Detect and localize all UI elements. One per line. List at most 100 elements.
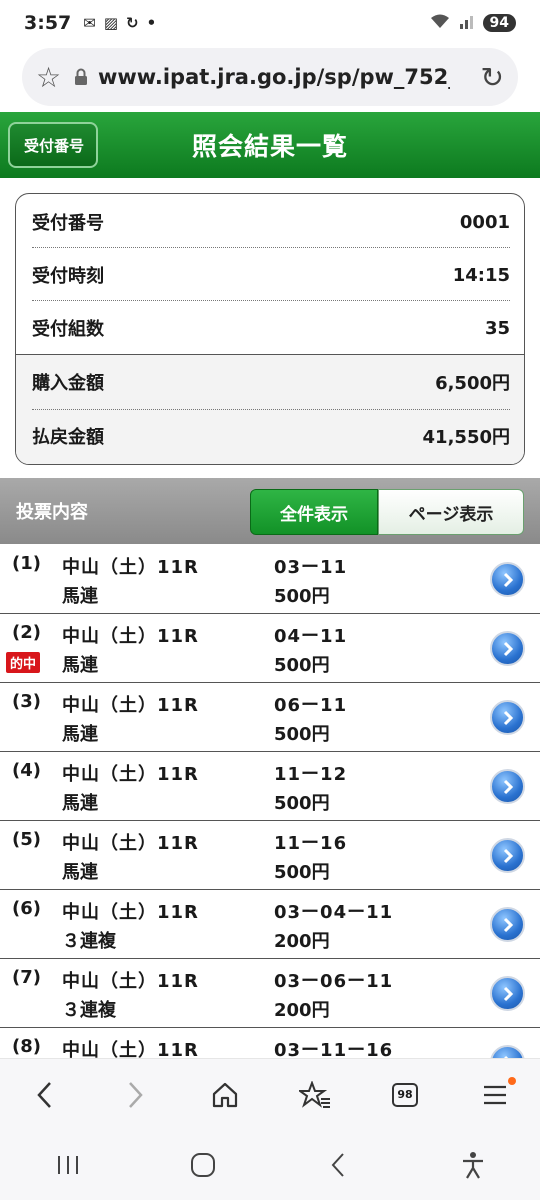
divider xyxy=(16,354,524,355)
chevron-right-icon[interactable] xyxy=(490,1045,525,1058)
summary-label: 払戻金額 xyxy=(32,427,104,448)
summary-value: 41,550円 xyxy=(422,427,510,448)
item-number: (4) xyxy=(12,760,41,781)
home-button[interactable] xyxy=(180,1065,270,1125)
item-combination: 04ー11 xyxy=(274,626,348,647)
item-race: 中山（土）11R xyxy=(62,557,199,578)
vote-section-header: 投票内容 全件表示 ページ表示 xyxy=(0,478,540,544)
summary-value: 14:15 xyxy=(452,264,510,286)
item-race: 中山（土）11R xyxy=(62,902,199,923)
recent-apps-button[interactable] xyxy=(28,1135,108,1195)
item-number: (8) xyxy=(12,1036,41,1057)
circle-home-icon xyxy=(190,1153,215,1177)
item-amount: 500円 xyxy=(274,724,330,745)
url-text[interactable]: www.ipat.jra.go.jp/sp/pw_752_i.c xyxy=(98,65,450,89)
lock-icon[interactable] xyxy=(70,68,92,86)
page-header: 受付番号 照会結果一覧 xyxy=(0,112,540,178)
item-bet-type: 馬連 xyxy=(62,724,98,745)
list-item[interactable]: (5) 中山（土）11R 馬連 11ー16 500円 xyxy=(0,821,540,890)
summary-label: 受付番号 xyxy=(32,213,104,234)
item-amount: 500円 xyxy=(274,862,330,883)
item-bet-type: ３連複 xyxy=(62,1000,116,1021)
status-right: 94 xyxy=(429,13,516,33)
browser-forward-button[interactable] xyxy=(90,1065,180,1125)
chevron-right-icon[interactable] xyxy=(490,769,525,804)
browser-toolbar: 98 xyxy=(0,1058,540,1130)
accessibility-button[interactable] xyxy=(433,1135,513,1195)
summary-value: 6,500円 xyxy=(435,373,510,394)
back-arrow-icon xyxy=(331,1153,344,1177)
reload-icon[interactable]: ↻ xyxy=(481,61,504,94)
page-view-button[interactable]: ページ表示 xyxy=(378,489,524,535)
status-icons: ✉ ▨ ↻ • xyxy=(83,14,156,32)
item-race: 中山（土）11R xyxy=(62,833,199,854)
chevron-right-icon[interactable] xyxy=(490,562,525,597)
chevron-right-icon[interactable] xyxy=(490,631,525,666)
system-back-button[interactable] xyxy=(298,1135,378,1195)
vote-section-label: 投票内容 xyxy=(16,502,88,523)
item-combination: 03ー06ー11 xyxy=(274,971,394,992)
bookmarks-button[interactable] xyxy=(270,1065,360,1125)
item-combination: 03ー11 xyxy=(274,557,348,578)
item-race: 中山（土）11R xyxy=(62,1040,199,1058)
item-bet-type: 馬連 xyxy=(62,862,98,883)
item-number: (2) xyxy=(12,622,41,643)
item-combination: 06ー11 xyxy=(274,695,348,716)
item-amount: 500円 xyxy=(274,655,330,676)
list-item[interactable]: (7) 中山（土）11R ３連複 03ー06ー11 200円 xyxy=(0,959,540,1028)
status-bar: 3:57 ✉ ▨ ↻ • 94 xyxy=(0,0,540,46)
menu-icon xyxy=(484,1085,506,1104)
item-number: (5) xyxy=(12,829,41,850)
show-all-button[interactable]: 全件表示 xyxy=(250,489,378,535)
item-amount: 500円 xyxy=(274,793,330,814)
address-bar[interactable]: ☆ www.ipat.jra.go.jp/sp/pw_752_i.c ↻ xyxy=(22,48,518,106)
summary-label: 受付時刻 xyxy=(32,266,104,287)
item-amount: 500円 xyxy=(274,586,330,607)
list-item[interactable]: (6) 中山（土）11R ３連複 03ー04ー11 200円 xyxy=(0,890,540,959)
divider xyxy=(32,247,510,248)
tab-count: 98 xyxy=(392,1082,418,1107)
page-title: 照会結果一覧 xyxy=(191,132,348,161)
item-combination: 11ー16 xyxy=(274,833,348,854)
tabs-button[interactable]: 98 xyxy=(360,1065,450,1125)
list-item[interactable]: (2) 的中 中山（土）11R 馬連 04ー11 500円 xyxy=(0,614,540,683)
bookmark-star-icon[interactable]: ☆ xyxy=(36,61,70,94)
recent-apps-icon xyxy=(57,1156,78,1174)
chevron-right-icon[interactable] xyxy=(490,838,525,873)
chevron-right-icon[interactable] xyxy=(490,907,525,942)
summary-row-receipt-time: 受付時刻 14:15 xyxy=(32,249,510,301)
list-item[interactable]: (4) 中山（土）11R 馬連 11ー12 500円 xyxy=(0,752,540,821)
back-button[interactable]: 受付番号 xyxy=(8,122,98,168)
accessibility-icon xyxy=(462,1152,483,1179)
item-race: 中山（土）11R xyxy=(62,695,199,716)
summary-row-payout-amount: 払戻金額 41,550円 xyxy=(32,410,510,462)
item-amount: 200円 xyxy=(274,1000,330,1021)
item-race: 中山（土）11R xyxy=(62,971,199,992)
dot-icon: • xyxy=(146,14,157,32)
chevron-left-icon xyxy=(37,1081,51,1108)
system-home-button[interactable] xyxy=(163,1135,243,1195)
browser-back-button[interactable] xyxy=(0,1065,90,1125)
chevron-right-icon xyxy=(129,1081,143,1108)
system-nav-bar xyxy=(0,1130,540,1200)
chevron-right-icon[interactable] xyxy=(490,976,525,1011)
item-bet-type: ３連複 xyxy=(62,931,116,952)
summary-card: 受付番号 0001 受付時刻 14:15 受付組数 35 購入金額 6,500円… xyxy=(15,193,525,465)
notification-dot xyxy=(508,1076,516,1085)
bookmarks-star-icon xyxy=(299,1080,330,1108)
home-icon xyxy=(212,1082,238,1107)
menu-button[interactable] xyxy=(450,1065,540,1125)
item-combination: 11ー12 xyxy=(274,764,348,785)
list-item[interactable]: (1) 中山（土）11R 馬連 03ー11 500円 xyxy=(0,545,540,614)
signal-icon xyxy=(459,13,475,33)
item-number: (3) xyxy=(12,691,41,712)
list-item[interactable]: (3) 中山（土）11R 馬連 06ー11 500円 xyxy=(0,683,540,752)
list-item[interactable]: (8) 中山（土）11R 03ー11ー16 xyxy=(0,1028,540,1058)
chevron-right-icon[interactable] xyxy=(490,700,525,735)
item-race: 中山（土）11R xyxy=(62,764,199,785)
summary-row-set-count: 受付組数 35 xyxy=(32,302,510,354)
hit-badge: 的中 xyxy=(6,652,41,673)
blocked-icon: ▨ xyxy=(103,14,119,32)
summary-label: 購入金額 xyxy=(32,373,104,394)
item-race: 中山（土）11R xyxy=(62,626,199,647)
